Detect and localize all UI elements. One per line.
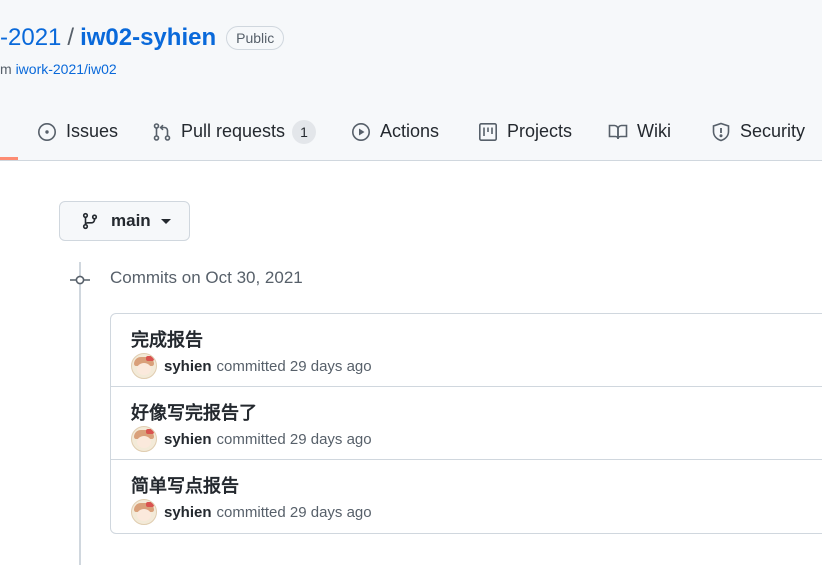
commit-action-text: committed <box>216 430 286 448</box>
tab-issues[interactable]: Issues <box>37 103 118 160</box>
relative-time: 29 days ago <box>289 503 372 521</box>
forked-from-label: m <box>0 61 12 77</box>
tab-label: Pull requests <box>181 121 286 141</box>
active-tab-underline <box>0 157 18 160</box>
tab-label: Wiki <box>637 121 671 141</box>
commit-meta: syhien committed 29 days ago <box>131 499 372 525</box>
commit-list: 完成报告 syhien committed 29 days ago 好像写完报告… <box>110 313 822 534</box>
timeline-line <box>79 262 81 565</box>
play-icon <box>352 122 370 141</box>
author-link[interactable]: syhien <box>164 358 212 375</box>
commit-message-link[interactable]: 简单写点报告 <box>131 472 239 498</box>
repo-nav-tabs: Issues Pull requests 1 Actions Projects … <box>0 103 822 160</box>
commit-action-text: committed <box>216 503 286 521</box>
commit-item: 好像写完报告了 syhien committed 29 days ago <box>111 387 822 460</box>
relative-time: 29 days ago <box>289 357 372 375</box>
tab-wiki[interactable]: Wiki <box>608 103 671 160</box>
book-icon <box>608 124 628 139</box>
tab-security[interactable]: Security <box>711 103 805 160</box>
relative-time: 29 days ago <box>289 430 372 448</box>
path-separator: / <box>67 24 75 51</box>
avatar[interactable] <box>131 353 157 379</box>
tab-pull-requests[interactable]: Pull requests 1 <box>152 103 317 160</box>
author-link[interactable]: syhien <box>164 504 212 521</box>
fork-source-link[interactable]: iwork-2021/iw02 <box>16 61 117 77</box>
commit-message-link[interactable]: 好像写完报告了 <box>131 399 257 425</box>
branch-name: main <box>111 211 151 230</box>
commit-item: 简单写点报告 syhien committed 29 days ago <box>111 460 822 533</box>
issue-opened-icon <box>38 122 56 141</box>
git-pull-request-icon <box>153 122 171 141</box>
branch-select-button[interactable]: main <box>59 201 190 241</box>
forked-from-line: m iwork-2021/iw02 <box>0 61 117 77</box>
commit-action-text: committed <box>216 357 286 375</box>
repo-header: -2021 / iw02-syhien Public m iwork-2021/… <box>0 0 822 161</box>
repo-name-link[interactable]: iw02-syhien <box>80 24 216 52</box>
chevron-down-icon <box>160 218 171 224</box>
pull-request-count: 1 <box>292 119 317 144</box>
tab-projects[interactable]: Projects <box>478 103 572 160</box>
repo-owner-link[interactable]: -2021 <box>0 24 61 52</box>
author-link[interactable]: syhien <box>164 431 212 448</box>
tab-label: Projects <box>507 121 573 141</box>
tab-label: Issues <box>66 121 119 141</box>
tab-label: Actions <box>380 121 440 141</box>
commits-date-heading: Commits on Oct 30, 2021 <box>110 268 303 287</box>
commit-message-link[interactable]: 完成报告 <box>131 326 203 352</box>
project-icon <box>478 122 497 141</box>
visibility-badge: Public <box>226 26 285 50</box>
avatar[interactable] <box>131 426 157 452</box>
tab-actions[interactable]: Actions <box>351 103 439 160</box>
git-branch-icon <box>82 212 98 230</box>
repo-title: -2021 / iw02-syhien Public <box>0 20 285 56</box>
tab-label: Security <box>740 121 806 141</box>
commit-meta: syhien committed 29 days ago <box>131 426 372 452</box>
avatar[interactable] <box>131 499 157 525</box>
commit-item: 完成报告 syhien committed 29 days ago <box>111 314 822 387</box>
shield-icon <box>712 122 730 141</box>
git-commit-icon <box>70 275 90 285</box>
commit-meta: syhien committed 29 days ago <box>131 353 372 379</box>
